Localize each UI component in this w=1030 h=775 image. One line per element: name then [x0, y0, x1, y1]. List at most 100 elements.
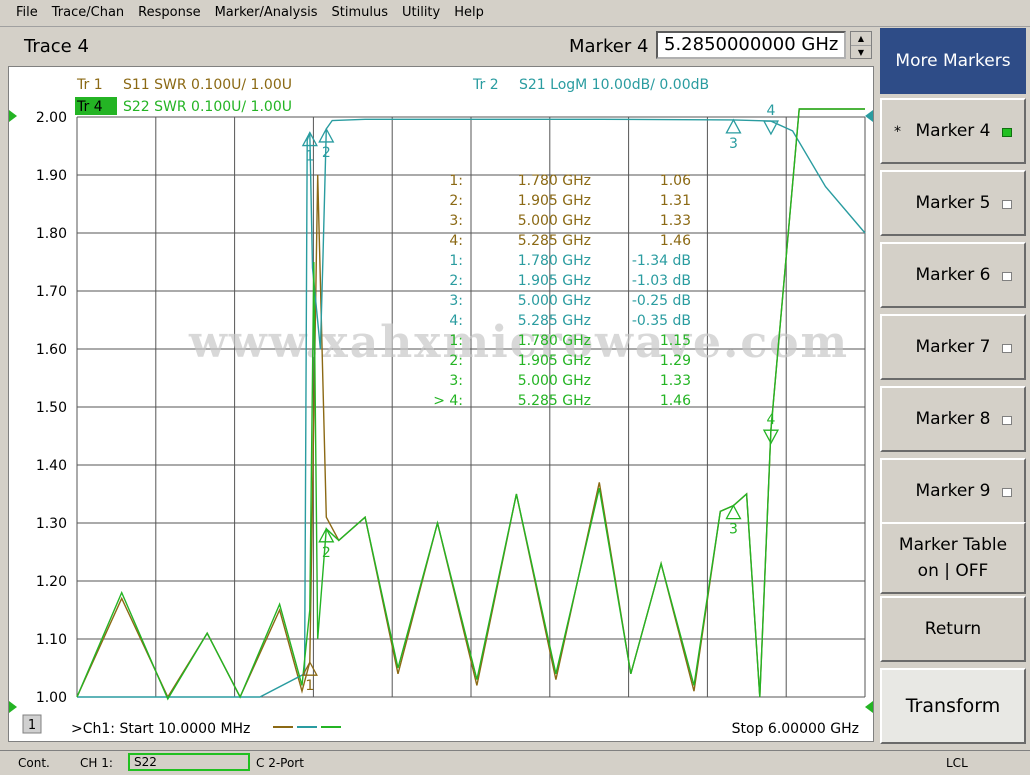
marker-5-label: Marker 5	[915, 193, 991, 213]
more-markers-label: More Markers	[895, 51, 1011, 71]
marker-table-frequency: 1.780 GHz	[518, 333, 591, 349]
marker-table-value: 1.46	[660, 233, 691, 249]
spin-up-icon[interactable]: ▲	[851, 32, 871, 46]
y-tick-label: 1.80	[36, 226, 67, 242]
marker-table-number: > 4:	[433, 393, 463, 409]
y-tick-label: 1.60	[36, 342, 67, 358]
marker-number-label: 3	[729, 522, 738, 538]
marker-frequency-input[interactable]: 5.2850000000 GHz	[656, 31, 846, 59]
legend-tr1-id[interactable]: Tr 1	[76, 77, 103, 93]
channel-badge-label: 1	[28, 718, 36, 733]
reference-arrow-bottom-right-icon	[865, 701, 873, 713]
menu-trace-chan[interactable]: Trace/Chan	[45, 0, 131, 26]
marker-4-button[interactable]: * Marker 4	[880, 98, 1026, 164]
marker-table-frequency: 5.285 GHz	[518, 233, 591, 249]
marker-table-value: 1.33	[660, 213, 691, 229]
marker-number-label: 2	[322, 145, 331, 161]
y-axis-tick-labels: 2.00 1.90 1.80 1.70 1.60 1.50 1.40 1.30 1.20 1.10…	[36, 110, 67, 706]
legend-tr1-text: S11 SWR 0.100U/ 1.00U	[123, 77, 292, 93]
trace-legend: Tr 1 S11 SWR 0.100U/ 1.00U Tr 4 S22 SWR …	[75, 77, 709, 115]
marker-table-value: -1.34 dB	[632, 253, 691, 269]
sweep-mode: Cont.	[18, 756, 50, 770]
menu-marker-analysis[interactable]: Marker/Analysis	[208, 0, 325, 26]
marker-table-frequency: 5.000 GHz	[518, 213, 591, 229]
entry-bar: Trace 4 Marker 4 5.2850000000 GHz ▲ ▼	[4, 28, 874, 64]
active-parameter: S22	[128, 753, 250, 771]
marker-number-label: 4	[766, 103, 775, 119]
marker-table-frequency: 1.780 GHz	[518, 173, 591, 189]
marker-table-number: 4:	[449, 233, 463, 249]
marker-4-indicator-icon	[1002, 128, 1012, 137]
local-indicator: LCL	[946, 756, 968, 770]
y-tick-label: 1.10	[36, 632, 67, 648]
marker-table-frequency: 5.000 GHz	[518, 373, 591, 389]
marker-table-number: 4:	[449, 313, 463, 329]
y-tick-label: 1.20	[36, 574, 67, 590]
marker-number-label: 1	[305, 149, 314, 165]
y-tick-label: 1.00	[36, 690, 67, 706]
channel-indicator: CH 1:	[80, 756, 113, 770]
marker-table-frequency: 1.905 GHz	[518, 193, 591, 209]
marker-table-frequency: 1.780 GHz	[518, 253, 591, 269]
marker-table-number: 3:	[449, 213, 463, 229]
transform-button[interactable]: Transform	[880, 668, 1026, 744]
return-label: Return	[924, 619, 982, 639]
marker-table-frequency: 1.905 GHz	[518, 353, 591, 369]
active-trace-title: Trace 4	[24, 36, 89, 57]
y-tick-label: 2.00	[36, 110, 67, 126]
menu-utility[interactable]: Utility	[395, 0, 447, 26]
status-bar: Cont. CH 1: S22 C 2-Port LCL	[0, 750, 1030, 775]
marker-8-button[interactable]: Marker 8	[880, 386, 1026, 452]
y-tick-label: 1.40	[36, 458, 67, 474]
menu-stimulus[interactable]: Stimulus	[324, 0, 395, 26]
marker-6-indicator-icon	[1002, 272, 1012, 281]
reference-arrow-left-icon	[9, 110, 17, 122]
marker-table-value: 1.15	[660, 333, 691, 349]
y-tick-label: 1.30	[36, 516, 67, 532]
menu-help[interactable]: Help	[447, 0, 491, 26]
marker-table-value: -0.25 dB	[632, 293, 691, 309]
marker-table-number: 3:	[449, 373, 463, 389]
more-markers-button[interactable]: More Markers	[880, 28, 1026, 94]
marker-6-label: Marker 6	[915, 265, 991, 285]
marker-table-state: on | OFF	[917, 561, 989, 581]
y-tick-label: 1.50	[36, 400, 67, 416]
y-tick-label: 1.90	[36, 168, 67, 184]
transform-label: Transform	[905, 695, 1001, 717]
marker-6-button[interactable]: Marker 6	[880, 242, 1026, 308]
marker-5-button[interactable]: Marker 5	[880, 170, 1026, 236]
legend-tr4-id[interactable]: Tr 4	[76, 99, 103, 115]
marker-table-value: 1.33	[660, 373, 691, 389]
marker-8-indicator-icon	[1002, 416, 1012, 425]
legend-tr4-text: S22 SWR 0.100U/ 1.00U	[123, 99, 292, 115]
marker-table-value: 1.06	[660, 173, 691, 189]
marker-4-label: Marker 4	[915, 121, 991, 141]
menu-file[interactable]: File	[0, 0, 45, 26]
marker-table-frequency: 5.000 GHz	[518, 293, 591, 309]
marker-frequency-spinner[interactable]: ▲ ▼	[850, 31, 872, 59]
marker-table-number: 1:	[449, 253, 463, 269]
marker-number-label: 2	[322, 545, 331, 561]
marker-table-number: 1:	[449, 333, 463, 349]
marker-table-value: -1.03 dB	[632, 273, 691, 289]
return-button[interactable]: Return	[880, 596, 1026, 662]
legend-tr2-id[interactable]: Tr 2	[472, 77, 499, 93]
reference-arrow-right-icon	[865, 110, 873, 122]
marker-triangle-icon	[725, 118, 742, 134]
y-tick-label: 1.70	[36, 284, 67, 300]
measurement-window[interactable]: www.xahxmicrowave.com 2.00 1.90 1.80 1.70 1.…	[8, 66, 874, 742]
marker-table-value: -0.35 dB	[632, 313, 691, 329]
marker-number-label: 1	[305, 678, 314, 694]
menu-response[interactable]: Response	[131, 0, 207, 26]
marker-9-button[interactable]: Marker 9	[880, 458, 1026, 524]
spin-down-icon[interactable]: ▼	[851, 46, 871, 59]
trace-plot[interactable]: www.xahxmicrowave.com 2.001.901.801.701.…	[9, 67, 873, 741]
marker-table-toggle-button[interactable]: Marker Table on | OFF	[880, 522, 1026, 594]
marker-table-number: 3:	[449, 293, 463, 309]
reference-arrow-bottom-left-icon	[9, 701, 17, 713]
marker-table-number: 2:	[449, 273, 463, 289]
marker-9-indicator-icon	[1002, 488, 1012, 497]
marker-table-value: 1.31	[660, 193, 691, 209]
marker-9-label: Marker 9	[915, 481, 991, 501]
marker-7-button[interactable]: Marker 7	[880, 314, 1026, 380]
